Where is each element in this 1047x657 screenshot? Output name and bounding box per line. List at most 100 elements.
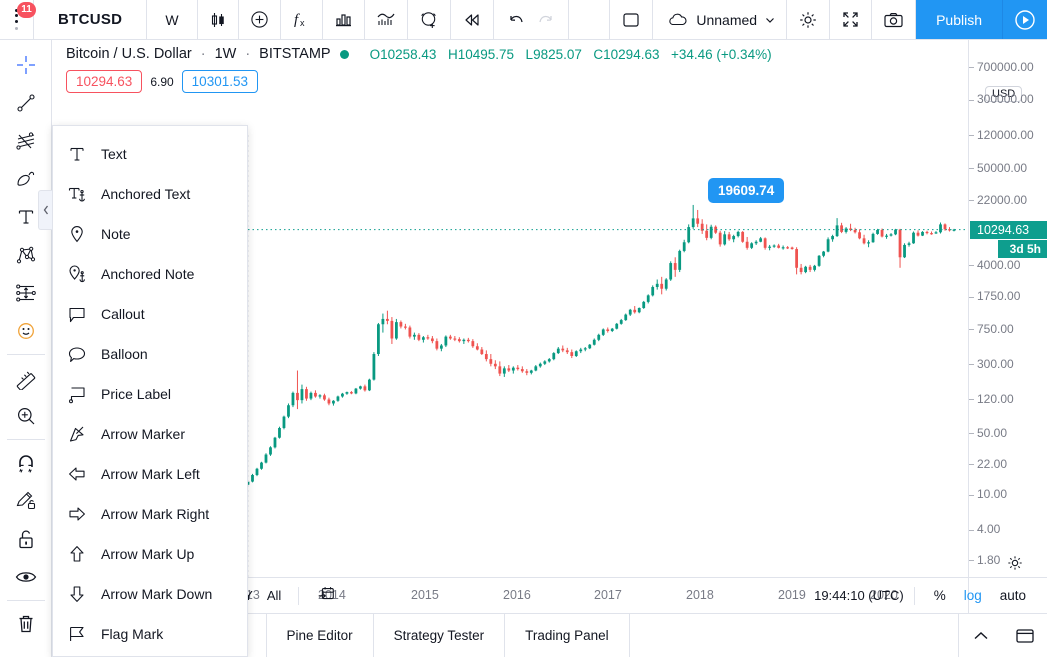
- trend-line-tool[interactable]: [0, 84, 52, 122]
- prediction-measure-tool[interactable]: [0, 274, 52, 312]
- indicators-fx-button[interactable]: f x: [281, 0, 323, 39]
- price-tick-label: 120000.00: [977, 127, 1034, 142]
- lock-drawings-tool[interactable]: [0, 520, 52, 558]
- magnet-tool[interactable]: [0, 444, 52, 482]
- hide-drawings-tool[interactable]: [0, 558, 52, 596]
- smiley-icon: [17, 323, 34, 339]
- drawing-toolbar: [0, 40, 52, 657]
- svg-text:x: x: [300, 18, 305, 28]
- drawing-mode-tool[interactable]: [0, 482, 52, 520]
- menu-item-arrow-mark-left[interactable]: Arrow Mark Left: [53, 454, 247, 494]
- menu-item-text[interactable]: Text: [53, 134, 247, 174]
- redo-button[interactable]: [534, 0, 569, 39]
- log-scale-button[interactable]: log: [955, 586, 991, 605]
- snapshot-button[interactable]: [872, 0, 917, 39]
- menu-item-arrow-mark-down[interactable]: Arrow Mark Down: [53, 574, 247, 614]
- layout-button[interactable]: [610, 0, 654, 39]
- measure-tool[interactable]: [0, 359, 52, 397]
- tabs-spacer: [630, 614, 959, 657]
- fib-lines-icon: [15, 132, 34, 150]
- price-tick: 300000.00: [969, 92, 1034, 106]
- arrow-up-icon: [67, 544, 87, 564]
- menu-item-anchored-note[interactable]: Anchored Note: [53, 254, 247, 294]
- anchored-text-icon: [67, 184, 87, 204]
- menu-item-arrow-marker[interactable]: Arrow Marker: [53, 414, 247, 454]
- open-padlock-icon: [18, 530, 33, 549]
- cross-cursor-tool[interactable]: [0, 46, 52, 84]
- bar-replay-button[interactable]: [451, 0, 494, 39]
- camera-icon: [884, 12, 903, 27]
- chevron-left-icon: [43, 205, 48, 215]
- remove-drawings-tool[interactable]: [0, 605, 52, 643]
- range-all[interactable]: All: [260, 586, 288, 605]
- current-price-tag: 10294.63: [970, 220, 1047, 239]
- publish-button[interactable]: Publish: [916, 0, 1003, 39]
- price-tick: 300.00: [969, 357, 1014, 371]
- templates-button[interactable]: [365, 0, 408, 39]
- bar-indicator-button[interactable]: [323, 0, 365, 39]
- percent-scale-button[interactable]: %: [925, 586, 955, 605]
- collapse-panel-button[interactable]: [959, 614, 1003, 657]
- menu-item-flag-mark[interactable]: Flag Mark: [53, 614, 247, 654]
- chart-settings-button[interactable]: [787, 0, 831, 39]
- brush-icon: [16, 171, 34, 186]
- undo-button[interactable]: [494, 0, 534, 39]
- menu-item-arrow-mark-right[interactable]: Arrow Mark Right: [53, 494, 247, 534]
- play-idea-button[interactable]: [1003, 0, 1047, 39]
- toolbar-divider: [6, 354, 45, 355]
- menu-item-label: Arrow Mark Down: [101, 586, 213, 602]
- tab-pine-editor[interactable]: Pine Editor: [267, 614, 374, 657]
- symbol-search-button[interactable]: BTCUSD: [34, 0, 148, 39]
- price-tick: 1.80: [969, 553, 1000, 567]
- tab-strategy-tester[interactable]: Strategy Tester: [374, 614, 506, 657]
- toolbar-divider-2: [6, 439, 45, 440]
- note-pin-icon: [67, 224, 87, 244]
- trend-line-icon: [16, 94, 35, 112]
- add-indicator-button[interactable]: [239, 0, 281, 39]
- plus-circle-icon: [250, 11, 268, 28]
- price-callout-text: 19609.74: [718, 183, 775, 198]
- magnet-icon: [18, 455, 33, 473]
- price-tick: 50.00: [969, 426, 1007, 440]
- price-tick-label: 1750.00: [977, 289, 1021, 304]
- price-tick: 750.00: [969, 322, 1014, 336]
- menu-item-balloon[interactable]: Balloon: [53, 334, 247, 374]
- save-layout-button[interactable]: Unnamed: [653, 0, 788, 39]
- main-menu-button[interactable]: 11: [0, 0, 36, 39]
- status-right: 19:44:10 (UTC) % log auto: [814, 586, 1047, 605]
- menu-item-label: Text: [101, 146, 127, 162]
- pattern-tool[interactable]: [0, 236, 52, 274]
- price-tick: 4.00: [969, 522, 1000, 536]
- menu-item-label: Price Label: [101, 386, 172, 402]
- panel-layout-button[interactable]: [1003, 614, 1047, 657]
- zoom-in-tool[interactable]: [0, 397, 52, 435]
- price-axis[interactable]: USD 700000.00 300000.00 120000.00 50000.00 2…: [968, 40, 1047, 617]
- menu-item-note[interactable]: Note: [53, 214, 247, 254]
- price-tick-label: 22000.00: [977, 192, 1028, 207]
- tab-trading-panel[interactable]: Trading Panel: [505, 614, 630, 657]
- price-axis-settings-button[interactable]: [997, 549, 1033, 577]
- price-tick: 120000.00: [969, 128, 1034, 142]
- fullscreen-button[interactable]: [830, 0, 873, 39]
- price-callout-annotation[interactable]: 19609.74: [708, 178, 785, 203]
- alert-button[interactable]: [408, 0, 451, 39]
- chart-style-button[interactable]: [198, 0, 239, 39]
- menu-item-label: Anchored Note: [101, 266, 195, 282]
- undo-arrow-icon: [509, 15, 523, 22]
- gear-icon: [800, 11, 816, 28]
- menu-item-label: Anchored Text: [101, 186, 191, 202]
- auto-scale-button[interactable]: auto: [991, 586, 1035, 605]
- menu-item-anchored-text[interactable]: Anchored Text: [53, 174, 247, 214]
- emoji-tool[interactable]: [0, 312, 52, 350]
- xabcd-pattern-icon: [16, 246, 35, 264]
- collapse-toolbar-button[interactable]: [38, 190, 52, 230]
- menu-item-arrow-mark-up[interactable]: Arrow Mark Up: [53, 534, 247, 574]
- price-tick: 700000.00: [969, 60, 1034, 74]
- interval-button[interactable]: W: [147, 0, 198, 39]
- trash-icon: [19, 615, 32, 633]
- menu-item-callout[interactable]: Callout: [53, 294, 247, 334]
- price-tick: 1750.00: [969, 289, 1020, 303]
- go-to-date-button[interactable]: [309, 582, 343, 609]
- menu-item-price-label[interactable]: Price Label: [53, 374, 247, 414]
- fib-retracement-tool[interactable]: [0, 122, 52, 160]
